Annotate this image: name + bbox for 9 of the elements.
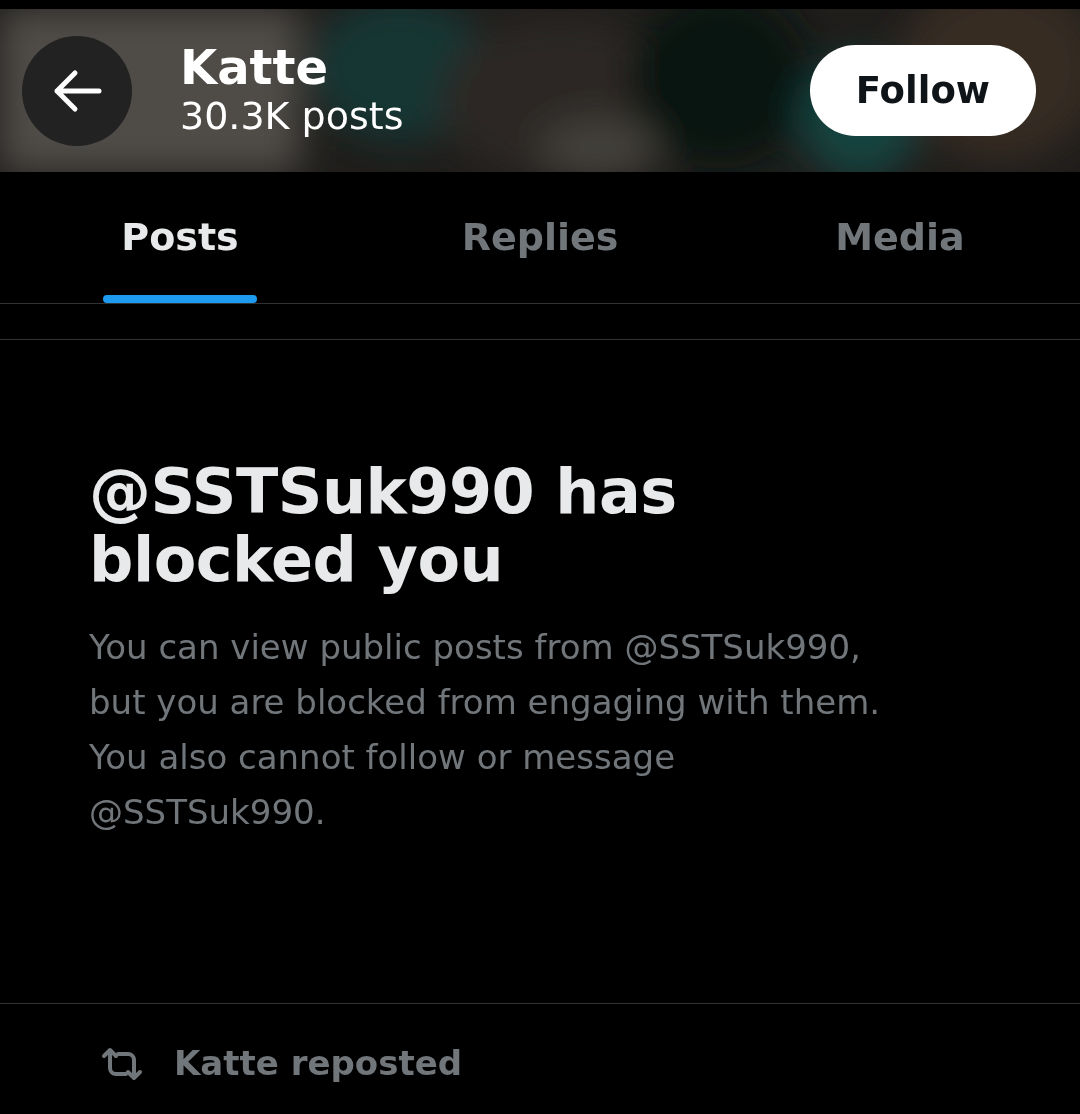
- profile-name: Katte: [180, 41, 330, 95]
- tab[interactable]: Media: [720, 172, 1080, 303]
- tab[interactable]: Replies: [360, 172, 720, 303]
- repost-icon: [100, 1045, 144, 1082]
- post-count: 30.3K posts: [180, 94, 405, 140]
- blocked-heading: @SSTSuk990 has blocked you: [89, 458, 678, 595]
- blocked-message: You can view public posts from @SSTSuk990, but you are blocked from engaging with them. You also cannot follow or message @SSTSuk990.: [89, 626, 882, 835]
- repost-label: Katte reposted: [174, 1042, 463, 1085]
- tab[interactable]: Posts: [0, 172, 360, 303]
